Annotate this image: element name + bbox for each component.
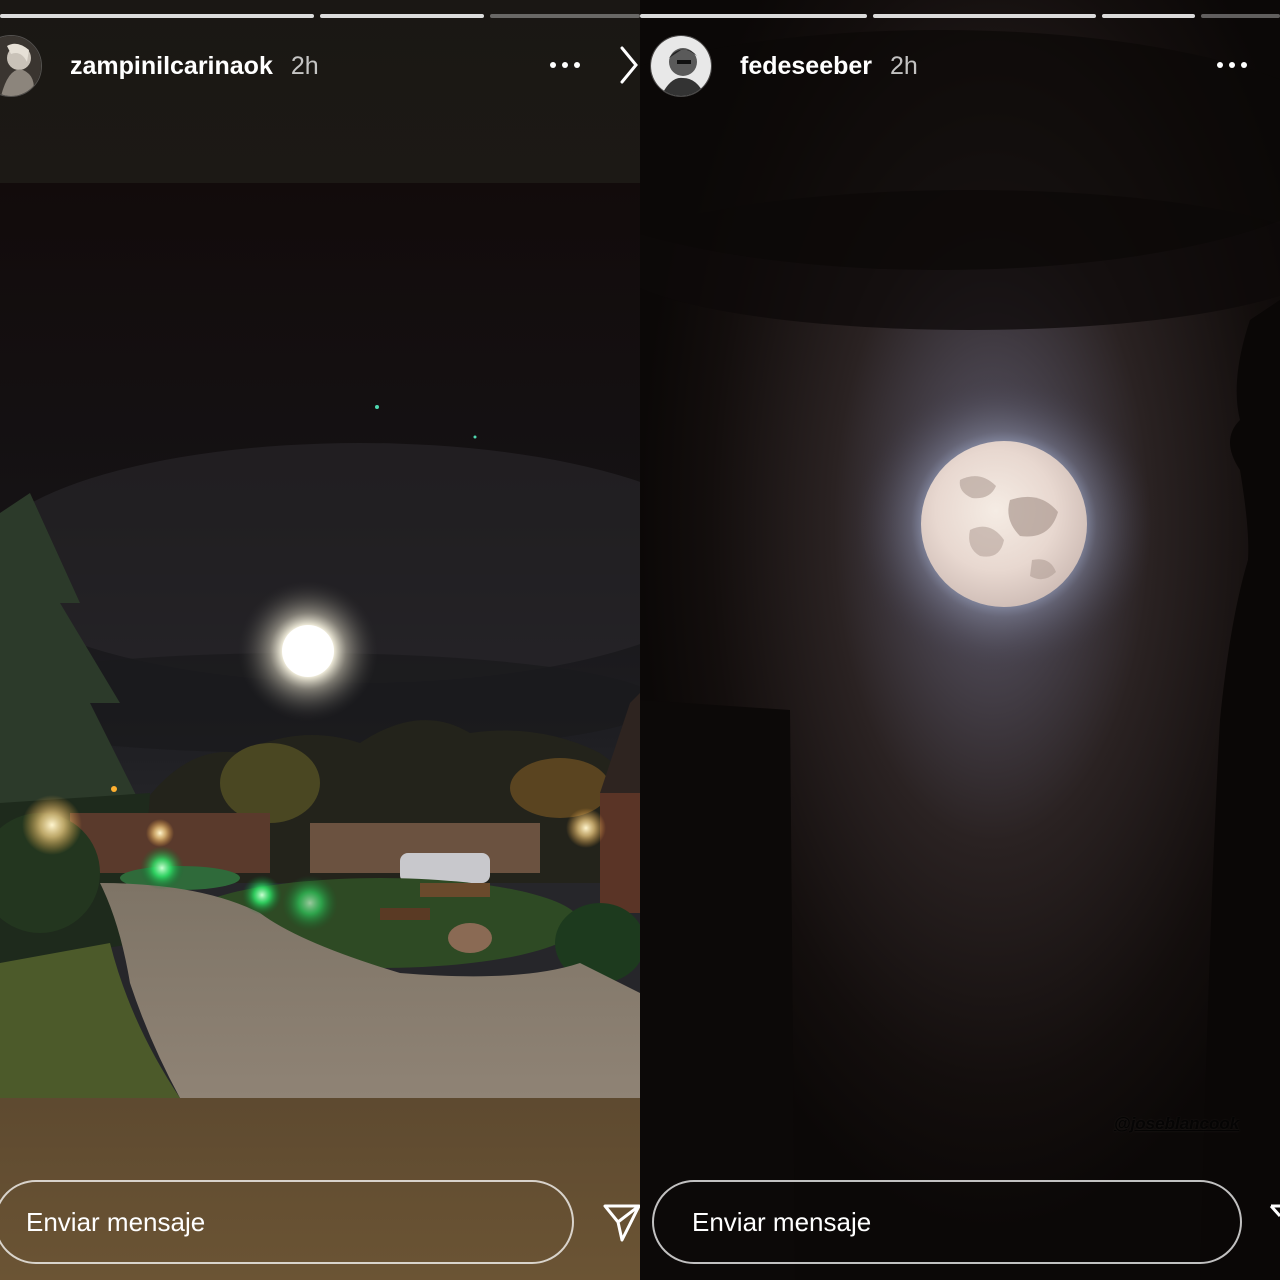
more-options-button[interactable]	[1212, 52, 1252, 78]
post-time: 2h	[290, 51, 319, 80]
profile-photo	[651, 36, 711, 96]
username[interactable]: fedeseeber	[740, 52, 872, 81]
progress-segment	[1102, 14, 1196, 18]
story-panel-left: zampinilcarinaok 2h Enviar mensaje	[0, 0, 640, 1280]
progress-segment	[873, 14, 1097, 18]
chevron-right-icon	[620, 46, 638, 84]
progress-segment	[320, 14, 485, 18]
username[interactable]: zampinilcarinaok	[70, 52, 273, 81]
paper-plane-icon	[603, 1204, 640, 1242]
more-options-button[interactable]	[545, 52, 585, 78]
avatar[interactable]	[650, 35, 712, 97]
message-placeholder: Enviar mensaje	[692, 1206, 872, 1237]
story-photo-night-garden	[0, 183, 640, 1098]
story-header: zampinilcarinaok 2h	[0, 35, 319, 97]
next-story-button[interactable]	[614, 42, 640, 88]
send-button[interactable]	[1268, 1202, 1280, 1242]
send-message-input[interactable]: Enviar mensaje	[652, 1180, 1242, 1264]
message-placeholder: Enviar mensaje	[26, 1206, 206, 1237]
progress-segment	[490, 14, 640, 18]
post-time: 2h	[890, 51, 918, 80]
send-message-input[interactable]: Enviar mensaje	[0, 1180, 574, 1264]
profile-photo	[0, 36, 41, 96]
story-header: fedeseeber 2h	[650, 35, 918, 97]
story-progress-bar	[640, 14, 1280, 18]
story-photo-full-moon	[640, 0, 1280, 1280]
story-progress-bar	[0, 14, 640, 18]
progress-segment	[640, 14, 868, 18]
paper-plane-icon	[1269, 1204, 1280, 1218]
avatar[interactable]	[0, 35, 42, 97]
send-button[interactable]	[602, 1202, 640, 1242]
story-panel-right: fedeseeber 2h @joseblancook Enviar mensa…	[640, 0, 1280, 1280]
progress-segment	[1201, 14, 1280, 18]
progress-segment	[0, 14, 314, 18]
photo-credit: @joseblancook	[1114, 1114, 1240, 1133]
